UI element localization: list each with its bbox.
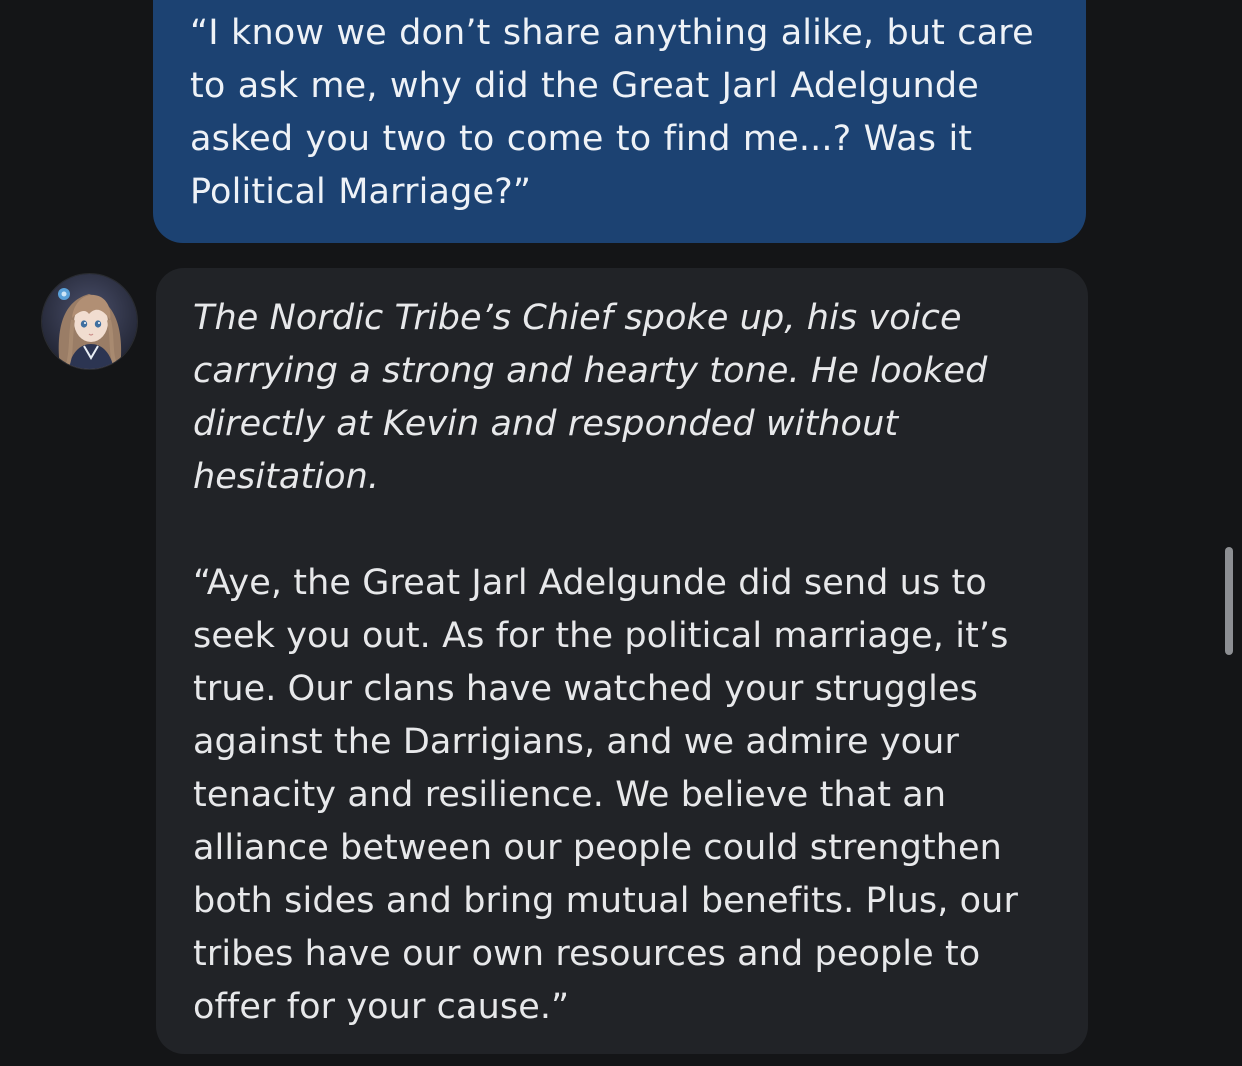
user-message-bubble[interactable]: “I know we don’t share anything alike, b…: [153, 0, 1086, 243]
bot-speech-text: “Aye, the Great Jarl Adelgunde did send …: [193, 563, 1018, 1027]
character-avatar[interactable]: [42, 274, 137, 369]
bot-message-bubble[interactable]: The Nordic Tribe’s Chief spoke up, his v…: [156, 268, 1088, 1054]
bot-action-text: The Nordic Tribe’s Chief spoke up, his v…: [193, 298, 988, 497]
character-portrait-icon: [42, 274, 137, 369]
scrollbar-thumb[interactable]: [1225, 547, 1233, 655]
user-message-text: “I know we don’t share anything alike, b…: [190, 13, 1034, 212]
chat-screen: “I know we don’t share anything alike, b…: [0, 0, 1242, 1066]
